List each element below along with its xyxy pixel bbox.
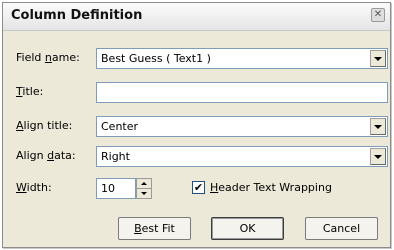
align-data-label: Align data:	[16, 149, 76, 162]
ok-button[interactable]: OK	[211, 217, 284, 240]
cancel-button[interactable]: Cancel	[305, 217, 378, 240]
align-title-label: Align title:	[16, 119, 72, 132]
align-title-value: Center	[101, 120, 139, 133]
best-fit-button[interactable]: Best Fit	[118, 217, 191, 240]
close-button[interactable]: ✕	[371, 8, 385, 22]
best-fit-label-post: est Fit	[141, 222, 175, 235]
width-decrement-button[interactable]	[137, 189, 151, 199]
chevron-down-icon	[374, 56, 382, 61]
title-label: Title:	[16, 85, 43, 98]
align-data-label-post: ata:	[54, 149, 76, 162]
arrow-up-icon	[141, 181, 147, 185]
width-input[interactable]: 10	[96, 178, 136, 199]
field-name-label-post: ame:	[51, 51, 80, 64]
width-value: 10	[101, 182, 115, 195]
align-title-label-mnemonic: A	[16, 119, 24, 132]
width-label-post: idth:	[26, 181, 52, 194]
field-name-dropdown-button[interactable]	[370, 50, 386, 67]
width-label-mnemonic: W	[16, 181, 27, 194]
align-title-dropdown-button[interactable]	[370, 118, 386, 135]
dialog-title: Column Definition	[11, 8, 143, 23]
best-fit-label-mnemonic: B	[134, 222, 142, 235]
close-icon: ✕	[373, 9, 383, 20]
title-bar[interactable]: Column Definition ✕	[3, 3, 390, 31]
width-spinner[interactable]	[136, 178, 152, 199]
field-name-label-pre: Field	[16, 51, 45, 64]
width-increment-button[interactable]	[137, 179, 151, 189]
header-text-wrapping-label-post: eader Text Wrapping	[218, 181, 332, 194]
align-data-combo[interactable]: Right	[96, 146, 388, 167]
title-input[interactable]	[96, 82, 388, 103]
align-title-combo[interactable]: Center	[96, 116, 388, 137]
width-label: Width:	[16, 181, 52, 194]
field-name-value: Best Guess ( Text1 )	[101, 52, 211, 65]
column-definition-dialog: Column Definition ✕ Field name: Best Gue…	[2, 2, 391, 248]
chevron-down-icon	[374, 154, 382, 159]
title-label-post: itle:	[22, 85, 44, 98]
align-title-label-post: lign title:	[23, 119, 73, 132]
cancel-label: Cancel	[322, 222, 361, 235]
arrow-down-icon	[141, 191, 147, 195]
header-text-wrapping-label[interactable]: Header Text Wrapping	[210, 181, 332, 194]
checkmark-icon: ✔	[193, 181, 204, 194]
ok-label: OK	[239, 222, 256, 235]
align-data-dropdown-button[interactable]	[370, 148, 386, 165]
field-name-label: Field name:	[16, 51, 80, 64]
field-name-label-mnemonic: n	[44, 51, 52, 64]
align-data-label-pre: Align	[16, 149, 48, 162]
header-text-wrapping-checkbox[interactable]: ✔	[192, 181, 205, 194]
field-name-combo[interactable]: Best Guess ( Text1 )	[96, 48, 388, 69]
align-data-value: Right	[101, 150, 130, 163]
chevron-down-icon	[374, 124, 382, 129]
